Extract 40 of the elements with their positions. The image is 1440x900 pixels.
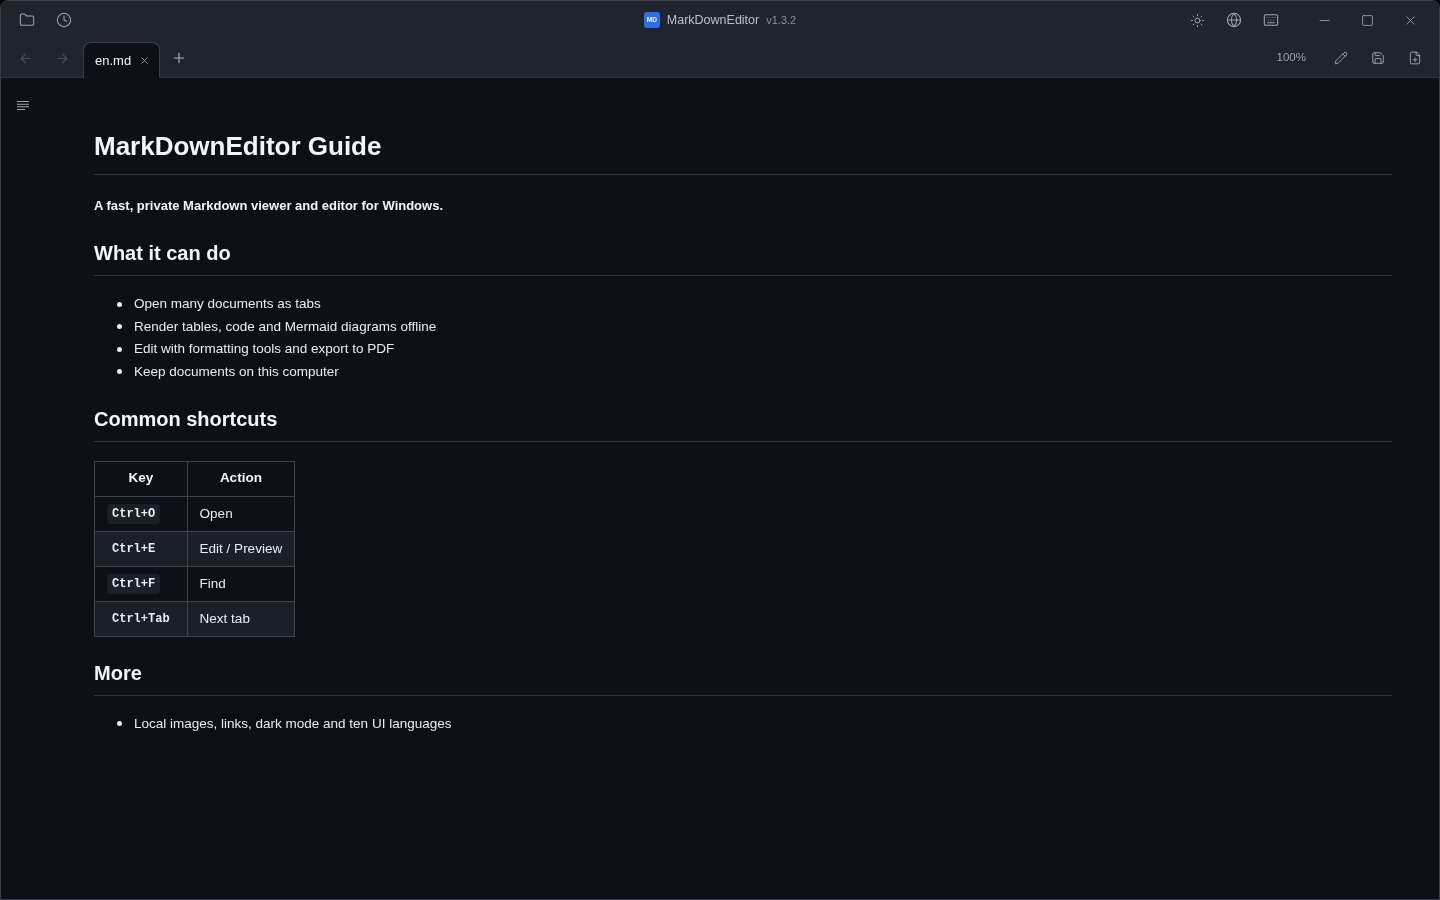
section-heading: What it can do (94, 241, 231, 266)
close-tab-icon[interactable] (139, 55, 151, 66)
column-header: Action (187, 461, 295, 496)
document-tab[interactable]: en.md (83, 42, 161, 78)
list-item-text: Keep documents on this computer (134, 362, 339, 381)
clock-icon[interactable] (56, 12, 72, 28)
table-cell: Find (187, 566, 295, 601)
bullet-icon (117, 301, 122, 307)
document-title: MarkDownEditor Guide (94, 130, 382, 163)
table-cell: Open (187, 496, 295, 531)
globe-icon[interactable] (1226, 12, 1242, 28)
pencil-icon[interactable] (1334, 51, 1348, 65)
column-header: Key (94, 461, 188, 496)
folder-icon[interactable] (19, 12, 35, 28)
table-cell: Edit / Preview (187, 531, 295, 566)
section-heading: Common shortcuts (94, 406, 278, 432)
shortcut-key: Ctrl+F (107, 574, 161, 595)
save-icon[interactable] (1371, 51, 1385, 65)
bullet-icon (117, 369, 122, 374)
file-plus-icon[interactable] (1408, 51, 1422, 65)
bullet-icon (117, 721, 122, 726)
shortcut-key: Ctrl+O (107, 504, 161, 525)
list-item-text: Open many documents as tabs (134, 295, 321, 313)
shortcut-key: Ctrl+Tab (107, 609, 175, 630)
table-cell: Next tab (187, 601, 295, 636)
maximize-icon[interactable] (1361, 13, 1374, 27)
zoom-level[interactable]: 100% (1276, 49, 1306, 67)
section-heading: More (94, 660, 142, 686)
list-item-text: Edit with formatting tools and export to PDF (134, 340, 395, 358)
paragraph-text: A fast, private Markdown viewer and editor for Windows. (94, 197, 443, 215)
sun-icon[interactable] (1189, 12, 1205, 28)
version-label: v1.3.2 (766, 12, 797, 28)
window-title: MarkDownEditor (666, 11, 760, 29)
shortcut-key: Ctrl+E (107, 539, 161, 560)
list-item-text: Local images, links, dark mode and ten UI languages (134, 714, 452, 733)
bullet-icon (117, 346, 122, 352)
outline-menu-icon[interactable] (17, 101, 29, 110)
bullet-icon (117, 324, 122, 329)
list-item-text: Render tables, code and Mermaid diagrams offline (134, 317, 437, 336)
keyboard-icon[interactable] (1263, 12, 1279, 28)
